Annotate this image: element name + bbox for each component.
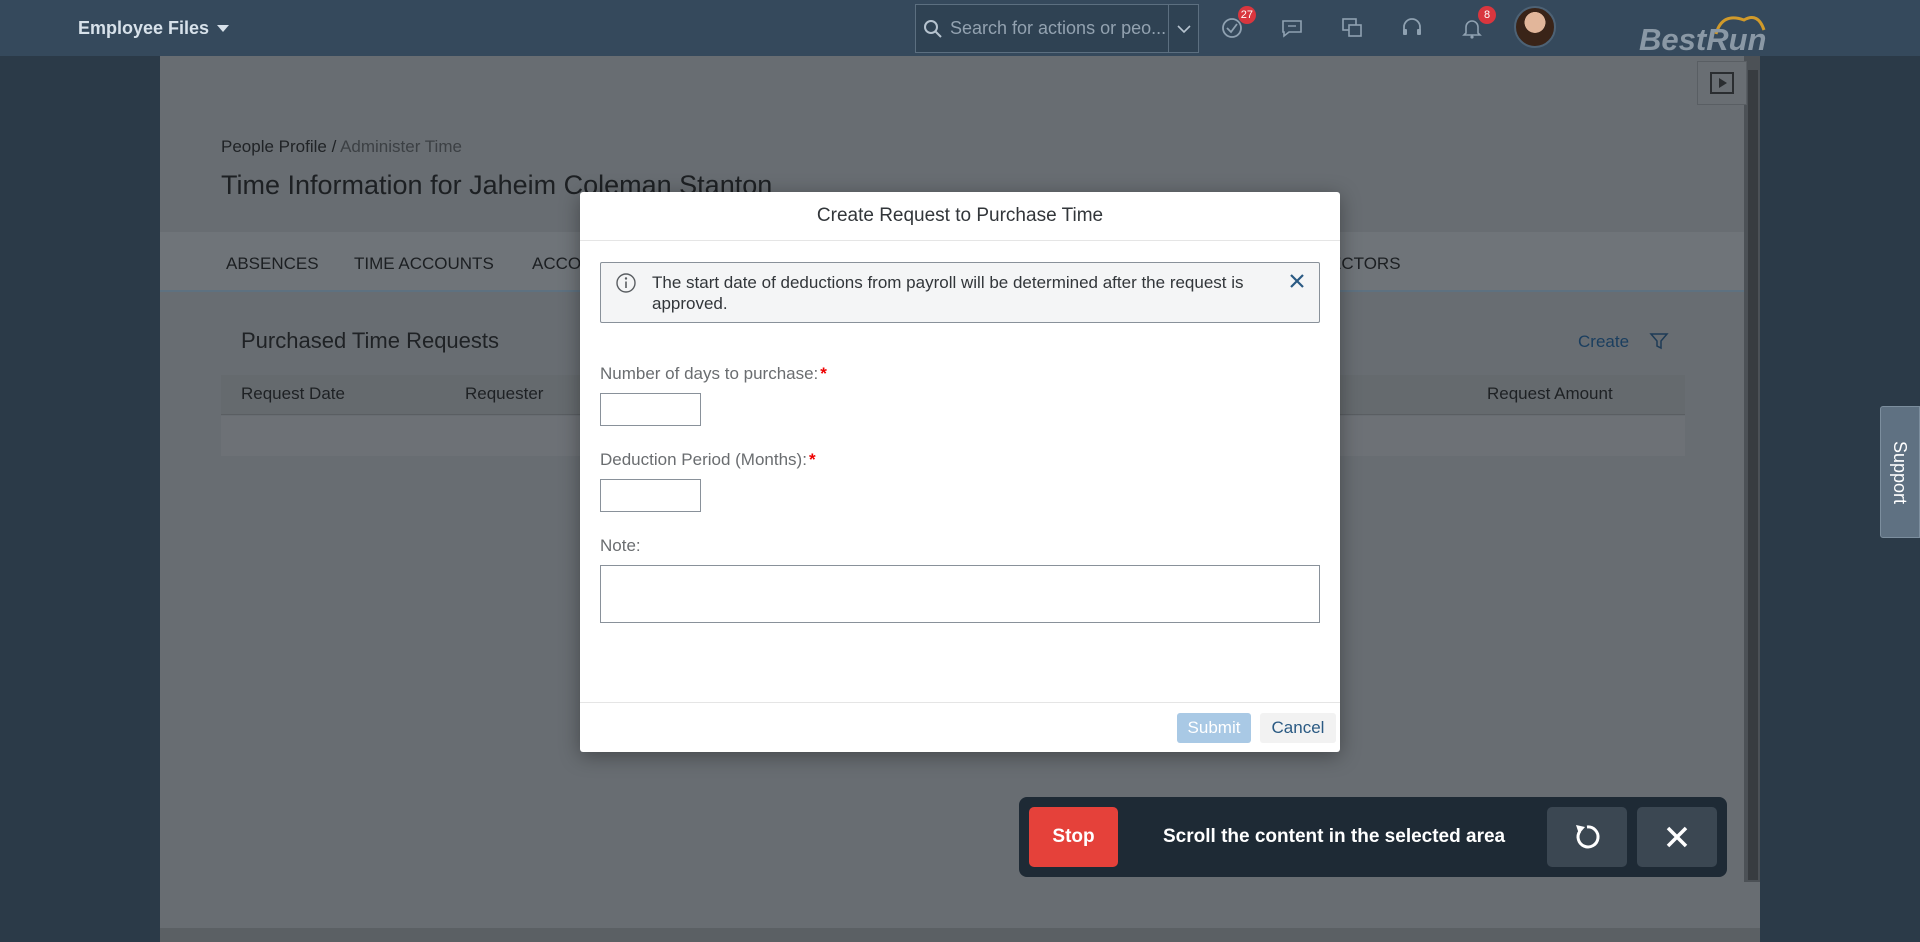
search-input[interactable]: Search for actions or peo... <box>950 18 1168 39</box>
automation-toolbar: Stop Scroll the content in the selected … <box>1019 797 1727 877</box>
caret-down-icon <box>217 25 230 32</box>
people-chat-icon <box>1342 18 1362 37</box>
column-requester[interactable]: Requester <box>465 384 543 404</box>
days-label: Number of days to purchase: * <box>600 364 827 384</box>
support-headset-button[interactable] <box>1398 14 1426 42</box>
automation-instruction: Scroll the content in the selected area <box>1163 826 1506 847</box>
global-search[interactable]: Search for actions or peo... <box>915 4 1199 53</box>
stop-button[interactable]: Stop <box>1029 807 1118 867</box>
dialog-title: Create Request to Purchase Time <box>580 192 1340 241</box>
people-chat-button[interactable] <box>1338 14 1366 42</box>
cancel-button[interactable]: Cancel <box>1260 713 1336 743</box>
close-message-icon[interactable] <box>1289 273 1305 294</box>
required-marker: * <box>808 450 816 469</box>
info-message-text: The start date of deductions from payrol… <box>652 273 1244 313</box>
module-label: Employee Files <box>78 18 210 38</box>
tab-collectors-partial[interactable]: ECTORS <box>1330 254 1401 274</box>
headset-icon <box>1403 18 1421 35</box>
required-marker: * <box>820 364 827 383</box>
tab-time-accounts[interactable]: TIME ACCOUNTS <box>354 254 494 274</box>
chat-button[interactable] <box>1278 14 1306 42</box>
notification-badge: 8 <box>1478 6 1496 24</box>
tab-absences[interactable]: ABSENCES <box>226 254 319 274</box>
shell-bar: Employee Files Search for actions or peo… <box>0 0 1920 57</box>
breadcrumb-current: Administer Time <box>340 137 462 156</box>
bestrun-logo: BestRun <box>1636 10 1786 57</box>
column-request-amount[interactable]: Request Amount <box>1487 384 1613 404</box>
refresh-icon <box>1576 825 1600 849</box>
avatar[interactable] <box>1514 6 1556 48</box>
create-link[interactable]: Create <box>1578 332 1629 352</box>
todo-badge: 27 <box>1237 6 1256 24</box>
dialog-footer: Submit Cancel <box>580 702 1340 752</box>
submit-button[interactable]: Submit <box>1177 713 1251 743</box>
breadcrumb-separator: / <box>326 137 341 156</box>
logo-text: BestRun <box>1639 22 1767 57</box>
chat-icon <box>1282 20 1302 38</box>
breadcrumb: People Profile / Administer Time <box>221 137 462 157</box>
days-input[interactable] <box>600 393 701 426</box>
app-bottom-bar <box>160 928 1760 942</box>
tab-accounts-partial[interactable]: ACCO <box>532 254 581 274</box>
play-icon <box>1710 72 1734 94</box>
filter-icon[interactable] <box>1649 331 1669 356</box>
notifications-button[interactable]: 8 <box>1458 6 1496 42</box>
support-label: Support <box>1890 440 1911 504</box>
info-icon <box>615 272 637 299</box>
search-scope-dropdown[interactable] <box>1168 5 1198 52</box>
retry-button[interactable] <box>1547 807 1627 867</box>
close-icon <box>1666 826 1688 848</box>
column-request-date[interactable]: Request Date <box>241 384 345 404</box>
todo-button[interactable]: 27 <box>1218 6 1256 42</box>
period-label: Deduction Period (Months): * <box>600 450 816 470</box>
close-toolbar-button[interactable] <box>1637 807 1717 867</box>
breadcrumb-people-profile[interactable]: People Profile <box>221 137 327 156</box>
period-label-text: Deduction Period (Months): <box>600 450 807 469</box>
chevron-down-icon <box>1176 24 1191 33</box>
period-input[interactable] <box>600 479 701 512</box>
info-message-strip: The start date of deductions from payrol… <box>600 262 1320 323</box>
support-tab[interactable]: Support <box>1880 406 1920 538</box>
days-label-text: Number of days to purchase: <box>600 364 819 383</box>
note-textarea[interactable] <box>600 565 1320 623</box>
module-menu[interactable]: Employee Files <box>78 18 230 39</box>
search-icon <box>916 19 950 39</box>
purchase-time-dialog: Create Request to Purchase Time The star… <box>580 192 1340 752</box>
section-title: Purchased Time Requests <box>241 328 500 353</box>
note-label: Note: <box>600 536 641 555</box>
page-scrollbar-thumb[interactable] <box>1748 70 1758 880</box>
play-button[interactable] <box>1697 61 1747 105</box>
